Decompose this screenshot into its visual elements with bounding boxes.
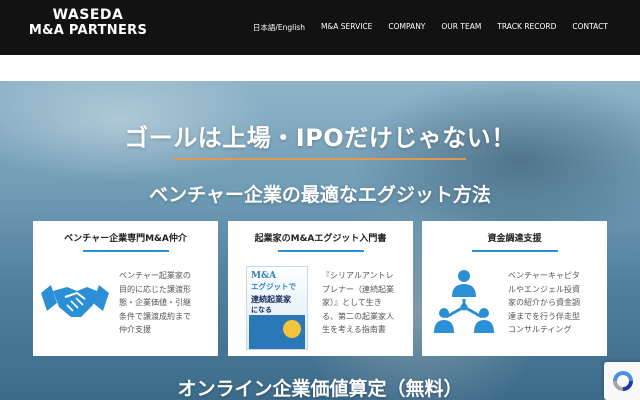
hero-title: ゴールは上場・IPOだけじゃない！ (124, 124, 516, 152)
card-line: 仲介支援 (119, 325, 151, 334)
card-line: 『シリアルアントレ (322, 271, 394, 280)
book-title-ma: M&A (251, 271, 277, 281)
card-line: 家の紹介から資金調 (508, 298, 580, 307)
card-title: 起業家のM&Aエグジット入門書 (254, 234, 387, 244)
book-cover[interactable]: M&A エグジットで 連続起業家 になる (246, 266, 308, 350)
hero-divider (174, 158, 466, 160)
card-line: ベンチャー起業家の (119, 271, 191, 280)
card-title-underline (277, 250, 364, 252)
nav-language[interactable]: 日本語/English (253, 22, 305, 33)
logo-line-1: WASEDA (52, 7, 124, 23)
card-line: 条件で譲渡成約まで (119, 311, 191, 321)
card-description: ベンチャー起業家の 目的に応じた譲渡形 態・企業価値・引継 条件で譲渡成約まで … (119, 269, 191, 337)
book-title-exit: エグジットで (251, 282, 296, 291)
card-line: コンサルティング (508, 325, 572, 334)
logo-line-2: M&A PARTNERS (28, 23, 148, 38)
card-description: 『シリアルアントレ プレナー（連続起業 家）』として生き る、第二の起業家人 生… (322, 269, 394, 337)
book-title-become: になる (251, 306, 272, 314)
card-line: 目的に応じた譲渡形 (119, 284, 191, 294)
card-line: 生を考える指南書 (322, 325, 386, 334)
nav-track-record[interactable]: TRACK RECORD (497, 22, 556, 33)
nav-contact[interactable]: CONTACT (572, 22, 608, 33)
main-nav: 日本語/English M&A SERVICE COMPANY OUR TEAM… (253, 22, 608, 33)
card-line: ベンチャーキャピタ (508, 271, 580, 280)
book-title-serial: 連続起業家 (251, 295, 291, 304)
card-line: ルやエンジェル投資 (508, 284, 580, 294)
nav-our-team[interactable]: OUR TEAM (441, 22, 481, 33)
card-line: 態・企業価値・引継 (119, 298, 191, 307)
handshake-icon (41, 279, 109, 327)
nav-company[interactable]: COMPANY (388, 22, 425, 33)
site-logo[interactable]: WASEDA M&A PARTNERS (28, 7, 148, 39)
book-sticker (283, 320, 301, 338)
network-people-icon (432, 269, 496, 341)
card-title-underline (82, 250, 169, 252)
card-title: 資金調達支援 (487, 234, 542, 244)
card-line: 家）』として生き (322, 298, 382, 307)
card-title: ベンチャー企業専門M&A仲介 (64, 234, 187, 244)
card-line: る、第二の起業家人 (322, 311, 394, 321)
valuation-heading: オンライン企業価値算定（無料） (177, 378, 463, 400)
recaptcha-icon (613, 371, 633, 391)
card-line: プレナー（連続起業 (322, 284, 394, 294)
card-line: 達までを行う伴走型 (508, 311, 580, 321)
card-description: ベンチャーキャピタ ルやエンジェル投資 家の紹介から資金調 達までを行う伴走型 … (508, 269, 580, 337)
nav-ma-service[interactable]: M&A SERVICE (321, 22, 372, 33)
recaptcha-badge[interactable] (604, 362, 640, 400)
service-card-fundraising[interactable]: 資金調達支援 ベンチャーキャピタ ルやエンジェル投資 家の紹介から資金調 達まで… (422, 221, 607, 356)
service-card-ma-advisory[interactable]: ベンチャー企業専門M&A仲介 ベンチャー起業家の 目的に応じた譲渡形 態・企業価… (33, 221, 218, 356)
hero-subtitle: ベンチャー企業の最適なエグジット方法 (149, 184, 491, 206)
service-card-exit-book[interactable]: 起業家のM&Aエグジット入門書 M&A エグジットで 連続起業家 になる 『シリ… (228, 221, 413, 356)
card-title-underline (471, 250, 558, 252)
site-header: WASEDA M&A PARTNERS 日本語/English M&A SERV… (0, 0, 640, 55)
